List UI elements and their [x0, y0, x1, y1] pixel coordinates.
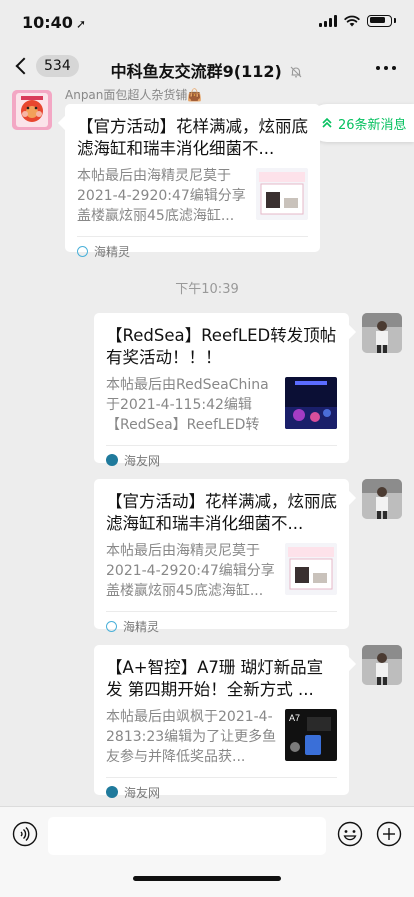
chat-input-bar	[0, 806, 414, 897]
card-description: 本帖最后由海精灵尼莫于2021-4-2920:47编辑分享盖楼赢炫丽45底滤海缸…	[106, 543, 275, 599]
source-logo-icon	[77, 245, 88, 257]
link-card-message[interactable]: 【RedSea】ReefLED转发顶帖有奖活动！！！ 本帖最后由RedSeaCh…	[94, 313, 349, 468]
card-description: 本帖最后由海精灵尼莫于2021-4-2920:47编辑分享盖楼赢炫丽45底滤海缸…	[77, 168, 246, 224]
my-avatar[interactable]	[362, 479, 402, 519]
card-thumbnail: A7	[285, 709, 337, 761]
source-logo-icon	[106, 786, 118, 798]
card-thumbnail	[256, 168, 308, 220]
time-divider: 下午10:39	[175, 282, 239, 297]
chat-title-text: 中科鱼友交流群9(112)	[110, 62, 282, 81]
status-time: 10:40 ➚	[22, 13, 86, 32]
source-logo-icon	[106, 454, 118, 466]
card-source: 海精灵	[77, 237, 308, 265]
card-title: 【RedSea】ReefLED转发顶帖有奖活动！！！	[106, 326, 337, 367]
card-title: 【A+智控】A7珊 瑚灯新品宣发 第四期开始！全新方式 ...	[106, 658, 324, 699]
card-source: 海友网	[106, 778, 337, 806]
chat-title: 中科鱼友交流群9(112)	[0, 58, 414, 82]
card-source-name: 海精灵	[123, 619, 160, 634]
battery-cap	[394, 18, 396, 23]
card-description: 本帖最后由RedSeaChina于2021-4-115:42编辑【RedSea】…	[106, 377, 269, 433]
status-bar: 10:40 ➚	[0, 0, 414, 46]
location-arrow-icon: ➚	[75, 17, 86, 31]
my-avatar[interactable]	[362, 313, 402, 353]
card-source: 海精灵	[106, 612, 337, 640]
sender-avatar[interactable]	[12, 90, 52, 130]
my-avatar[interactable]	[362, 645, 402, 685]
status-icons	[319, 14, 396, 27]
link-card-message[interactable]: 【A+智控】A7珊 瑚灯新品宣发 第四期开始！全新方式 ... 本帖最后由飒枫于…	[94, 645, 349, 800]
new-messages-button[interactable]: 26条新消息	[308, 104, 414, 142]
voice-input-icon[interactable]	[12, 821, 38, 847]
card-source-name: 海友网	[124, 785, 161, 800]
card-source: 海友网	[106, 446, 337, 474]
status-time-text: 10:40	[22, 13, 73, 32]
sender-name: Anpan面包超人杂货铺👜	[65, 88, 203, 102]
emoji-icon[interactable]	[337, 821, 363, 847]
card-description: 本帖最后由飒枫于2021-4-2813:23编辑为了让更多鱼友参与并降低奖品获.…	[106, 709, 277, 765]
new-messages-label: 26条新消息	[338, 117, 407, 133]
cellular-signal-icon	[319, 14, 337, 27]
source-logo-icon	[106, 620, 117, 632]
nav-bar: 534 中科鱼友交流群9(112)	[0, 46, 414, 90]
home-indicator[interactable]	[133, 876, 281, 881]
more-dots-icon[interactable]	[376, 66, 396, 70]
card-title: 【官方活动】花样满减，炫丽底滤海缸和瑞丰消化细菌不...	[106, 492, 337, 533]
card-title: 【官方活动】花样满减，炫丽底滤海缸和瑞丰消化细菌不...	[77, 117, 308, 158]
plus-icon[interactable]	[376, 821, 402, 847]
card-source-name: 海精灵	[94, 244, 131, 259]
battery-icon	[367, 14, 392, 27]
chevron-double-up-icon	[322, 117, 332, 128]
card-thumbnail	[285, 543, 337, 595]
message-input[interactable]	[48, 817, 326, 855]
card-source-name: 海友网	[124, 453, 161, 468]
svg-text:A7: A7	[289, 713, 300, 723]
link-card-message[interactable]: 【官方活动】花样满减，炫丽底滤海缸和瑞丰消化细菌不... 本帖最后由海精灵尼莫于…	[65, 104, 320, 259]
card-thumbnail	[285, 377, 337, 429]
bell-off-icon	[290, 66, 302, 78]
wifi-icon	[344, 15, 360, 27]
link-card-message[interactable]: 【官方活动】花样满减，炫丽底滤海缸和瑞丰消化细菌不... 本帖最后由海精灵尼莫于…	[94, 479, 349, 634]
